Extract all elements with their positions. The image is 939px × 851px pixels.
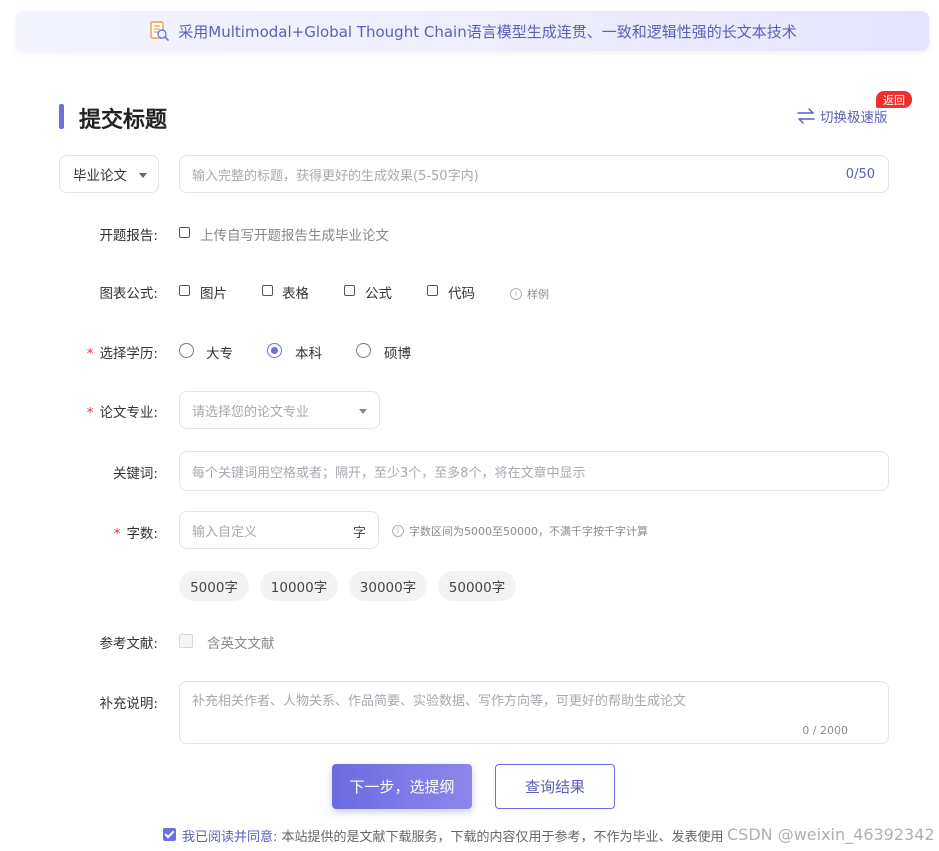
agreement-text: 我已阅读并同意: 本站提供的是文献下载服务，下载的内容仅用于参考，不作为毕业、发… [182, 826, 724, 845]
figures-label: 图表公式: [99, 286, 158, 302]
figure-image-checkbox[interactable] [179, 285, 190, 296]
page-title: 提交标题 [79, 108, 168, 133]
supplement-char-count: 0 / 2000 [802, 724, 848, 737]
title-input[interactable]: 输入完整的标题，获得更好的生成效果(5-50字内) 0/50 [179, 155, 889, 193]
chevron-down-icon [359, 409, 367, 414]
keywords-input[interactable]: 每个关键词用空格或者；隔开，至少3个，至多8个，将在文章中显示 [179, 451, 889, 491]
section-accent-bar [59, 104, 64, 129]
word-preset-30000[interactable]: 30000字 [349, 571, 427, 601]
info-icon: i [392, 525, 404, 537]
proposal-label: 开题报告: [99, 228, 158, 244]
major-label-text: 论文专业: [99, 405, 158, 421]
top-banner: 采用Multimodal+Global Thought Chain语言模型生成连… [16, 11, 929, 51]
required-mark: * [86, 405, 94, 421]
degree-radio-graduate[interactable] [356, 343, 371, 358]
word-preset-5000[interactable]: 5000字 [179, 571, 249, 601]
keywords-input-placeholder: 每个关键词用空格或者；隔开，至少3个，至多8个，将在文章中显示 [192, 465, 586, 481]
figure-code-label: 代码 [448, 286, 475, 302]
switch-fast-mode-button[interactable]: 切换极速版 [796, 106, 888, 126]
word-count-label: * 字数: [114, 522, 158, 542]
degree-option-graduate: 硕博 [384, 346, 411, 362]
banner-text: 采用Multimodal+Global Thought Chain语言模型生成连… [178, 22, 797, 41]
figure-image-label: 图片 [200, 286, 227, 302]
query-results-button[interactable]: 查询结果 [495, 764, 615, 809]
degree-label-text: 选择学历: [99, 346, 158, 362]
references-label: 参考文献: [99, 636, 158, 652]
document-search-icon [148, 20, 170, 42]
figure-table-checkbox[interactable] [262, 285, 273, 296]
word-count-unit: 字 [352, 526, 366, 541]
paper-type-select[interactable]: 毕业论文 [59, 155, 159, 193]
word-preset-10000[interactable]: 10000字 [260, 571, 338, 601]
major-select-placeholder: 请选择您的论文专业 [192, 404, 310, 420]
agreement-body: 本站提供的是文献下载服务，下载的内容仅用于参考，不作为毕业、发表使用 [277, 830, 724, 845]
proposal-checkbox[interactable] [179, 227, 190, 238]
figure-formula-checkbox[interactable] [344, 285, 355, 296]
required-mark: * [86, 346, 94, 362]
title-input-placeholder: 输入完整的标题，获得更好的生成效果(5-50字内) [192, 168, 479, 184]
word-preset-50000[interactable]: 50000字 [438, 571, 516, 601]
degree-label: * 选择学历: [87, 342, 158, 362]
paper-type-value: 毕业论文 [73, 168, 127, 184]
english-references-checkbox[interactable] [179, 634, 193, 648]
supplement-placeholder: 补充相关作者、人物关系、作品简要、实验数据、写作方向等，可更好的帮助生成论文 [192, 694, 687, 709]
agreement-prefix: 我已阅读并同意: [182, 830, 278, 845]
title-char-count: 0/50 [845, 167, 875, 182]
back-badge[interactable]: 返回 [876, 91, 912, 108]
figure-code-checkbox[interactable] [427, 285, 438, 296]
example-hint-label: 样例 [527, 288, 549, 301]
proposal-option-label: 上传自写开题报告生成毕业论文 [200, 228, 389, 244]
degree-option-bachelor: 本科 [295, 346, 322, 362]
english-references-label: 含英文文献 [207, 636, 275, 652]
agreement-checkbox[interactable] [163, 828, 176, 841]
info-icon: i [510, 288, 522, 300]
switch-fast-mode-label: 切换极速版 [820, 110, 888, 126]
word-count-input[interactable]: 输入自定义 字 [179, 511, 379, 549]
figure-table-label: 表格 [282, 286, 309, 302]
word-count-placeholder: 输入自定义 [192, 524, 258, 540]
example-hint[interactable]: i 样例 [510, 286, 549, 302]
word-count-hint: i 字数区间为5000至50000，不满千字按千字计算 [392, 523, 648, 539]
supplement-textarea[interactable]: 补充相关作者、人物关系、作品简要、实验数据、写作方向等，可更好的帮助生成论文 0… [179, 681, 889, 744]
next-step-button[interactable]: 下一步，选提纲 [332, 764, 472, 809]
degree-option-associate: 大专 [206, 346, 233, 362]
csdn-watermark: CSDN @weixin_46392342 [727, 825, 935, 844]
keywords-label: 关键词: [112, 466, 158, 482]
major-select[interactable]: 请选择您的论文专业 [179, 391, 380, 429]
chevron-down-icon [139, 173, 147, 178]
word-count-label-text: 字数: [126, 526, 158, 542]
required-mark: * [113, 526, 121, 542]
degree-radio-bachelor[interactable] [267, 343, 282, 358]
swap-arrows-icon [797, 108, 815, 124]
degree-radio-associate[interactable] [179, 343, 194, 358]
major-label: * 论文专业: [87, 401, 158, 421]
supplement-label: 补充说明: [99, 696, 158, 712]
word-count-hint-text: 字数区间为5000至50000，不满千字按千字计算 [409, 525, 648, 538]
figure-formula-label: 公式 [365, 286, 392, 302]
